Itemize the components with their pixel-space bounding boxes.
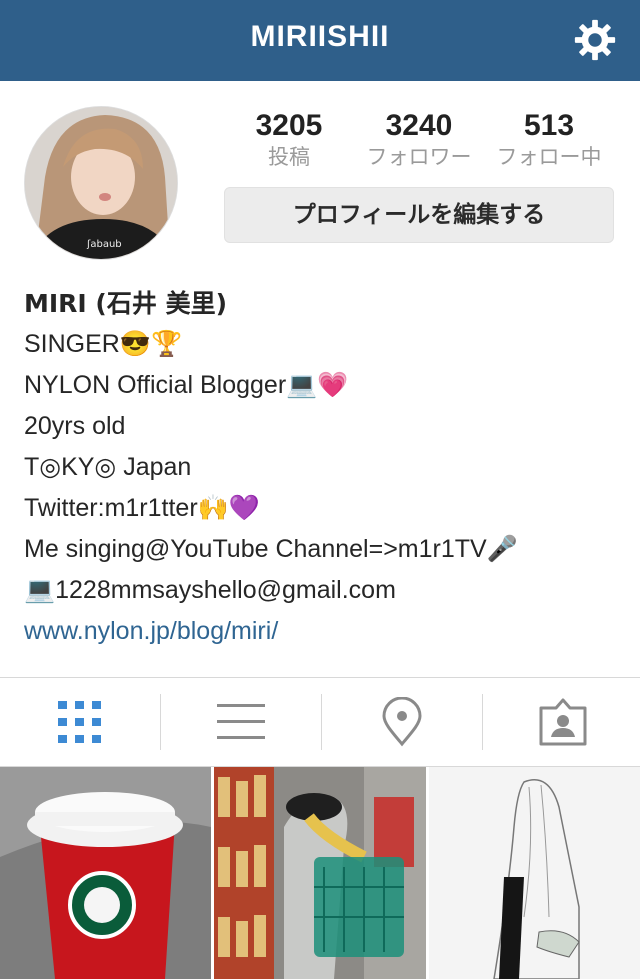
photo-grid xyxy=(0,767,640,979)
tagged-photos-icon xyxy=(539,698,587,746)
stat-posts[interactable]: 3205 投稿 xyxy=(219,108,359,170)
profile-bio: MIRI (石井 美里) SINGER😎🏆 NYLON Official Blo… xyxy=(24,283,624,652)
tab-tagged-photos[interactable] xyxy=(483,678,640,766)
profile-view-tabs xyxy=(0,678,640,766)
edit-profile-button[interactable]: プロフィールを編集する xyxy=(224,187,614,243)
grid-view-icon xyxy=(58,701,101,743)
tab-map-view[interactable] xyxy=(322,678,482,766)
grid-photo[interactable] xyxy=(429,767,640,979)
gear-icon[interactable] xyxy=(572,17,618,63)
bio-line: 20yrs old xyxy=(24,412,126,440)
profile-avatar[interactable]: ʃabaub xyxy=(24,106,178,260)
bio-line: 💻1228mmsayshello@gmail.com xyxy=(24,576,396,604)
bio-line: SINGER😎🏆 xyxy=(24,330,183,358)
svg-text:ʃabaub: ʃabaub xyxy=(86,239,122,250)
map-pin-icon xyxy=(382,697,422,747)
avatar-photo: ʃabaub xyxy=(25,107,177,259)
grid-photo[interactable] xyxy=(214,767,426,979)
followers-count: 3240 xyxy=(385,109,453,142)
following-count: 513 xyxy=(523,109,575,142)
profile-website-link[interactable]: www.nylon.jp/blog/miri/ xyxy=(24,611,624,652)
bio-line: NYLON Official Blogger💻💗 xyxy=(24,371,349,399)
bio-line: Me singing@YouTube Channel=>m1r1TV🎤 xyxy=(24,535,518,563)
profile-username: MIRIISHII xyxy=(250,20,390,53)
photo-supermarket xyxy=(214,767,426,979)
stat-followers[interactable]: 3240 フォロワー xyxy=(349,108,489,170)
tab-list-view[interactable] xyxy=(161,678,321,766)
list-view-icon xyxy=(217,704,265,739)
bio-line: T◎KY◎ Japan xyxy=(24,453,192,481)
tab-grid-view[interactable] xyxy=(0,678,160,766)
posts-count: 3205 xyxy=(255,109,323,142)
followers-label: フォロワー xyxy=(366,145,472,169)
posts-label: 投稿 xyxy=(268,145,310,169)
bio-line: Twitter:m1r1tter🙌💜 xyxy=(24,494,260,522)
top-bar: MIRIISHII xyxy=(0,0,640,81)
stat-following[interactable]: 513 フォロー中 xyxy=(479,108,619,170)
profile-full-name: MIRI (石井 美里) xyxy=(24,289,227,318)
photo-illustration xyxy=(429,767,640,979)
following-label: フォロー中 xyxy=(496,145,602,169)
grid-photo[interactable] xyxy=(0,767,211,979)
photo-coffee-cup xyxy=(0,767,211,979)
